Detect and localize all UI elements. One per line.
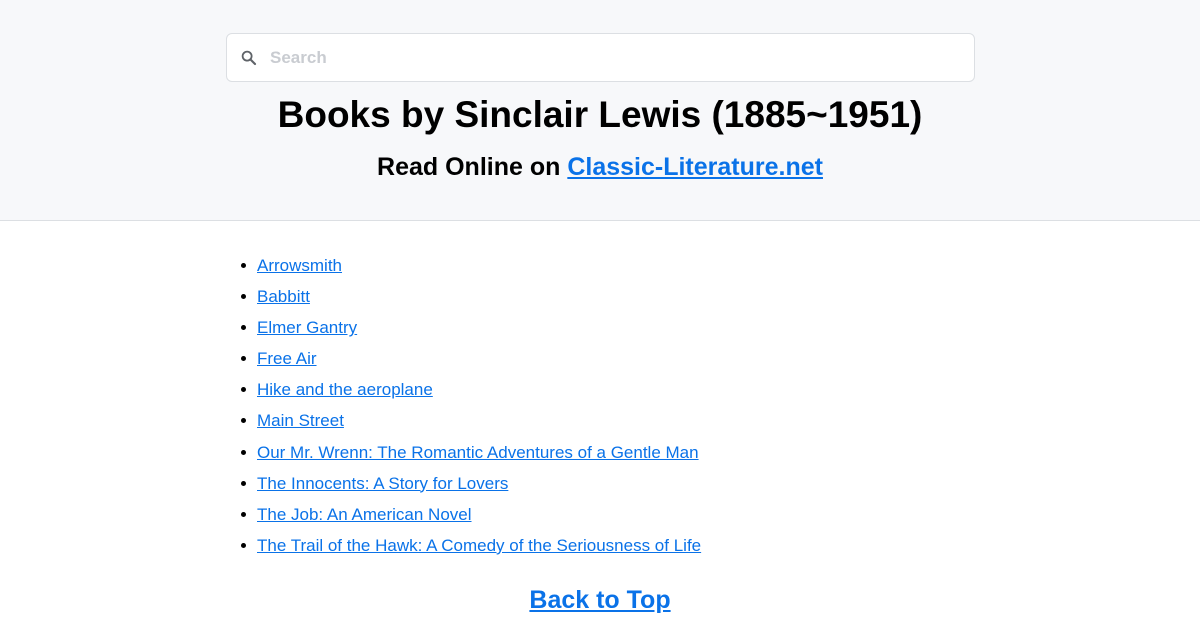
- book-link[interactable]: The Trail of the Hawk: A Comedy of the S…: [257, 536, 701, 555]
- site-link[interactable]: Classic-Literature.net: [567, 153, 823, 181]
- list-item: Free Air: [241, 346, 957, 377]
- book-link[interactable]: The Job: An American Novel: [257, 505, 472, 524]
- back-to-top-link[interactable]: Back to Top: [529, 586, 670, 614]
- list-item: Our Mr. Wrenn: The Romantic Adventures o…: [241, 440, 957, 471]
- page-header: Books by Sinclair Lewis (1885~1951) Read…: [0, 0, 1200, 221]
- book-link[interactable]: Main Street: [257, 411, 344, 430]
- subtitle-prefix: Read Online on: [377, 153, 568, 181]
- list-item: Main Street: [241, 408, 957, 439]
- subtitle: Read Online on Classic-Literature.net: [0, 151, 1200, 183]
- search-input[interactable]: [270, 42, 960, 74]
- search-icon: [240, 49, 258, 67]
- book-link[interactable]: Elmer Gantry: [257, 318, 357, 337]
- book-link[interactable]: The Innocents: A Story for Lovers: [257, 474, 508, 493]
- list-item: The Innocents: A Story for Lovers: [241, 471, 957, 502]
- search-box[interactable]: [226, 33, 975, 82]
- back-to-top: Back to Top: [0, 584, 1200, 616]
- list-item: Babbitt: [241, 284, 957, 315]
- list-item: The Job: An American Novel: [241, 502, 957, 533]
- list-item: Hike and the aeroplane: [241, 377, 957, 408]
- book-link[interactable]: Free Air: [257, 349, 317, 368]
- page-title: Books by Sinclair Lewis (1885~1951): [277, 94, 923, 135]
- book-link[interactable]: Babbitt: [257, 287, 310, 306]
- list-item: Arrowsmith: [241, 253, 957, 284]
- book-link[interactable]: Hike and the aeroplane: [257, 380, 433, 399]
- book-link[interactable]: Our Mr. Wrenn: The Romantic Adventures o…: [257, 443, 699, 462]
- book-list: Arrowsmith Babbitt Elmer Gantry Free Air…: [241, 253, 957, 564]
- list-item: The Trail of the Hawk: A Comedy of the S…: [241, 533, 957, 564]
- book-link[interactable]: Arrowsmith: [257, 256, 342, 275]
- list-item: Elmer Gantry: [241, 315, 957, 346]
